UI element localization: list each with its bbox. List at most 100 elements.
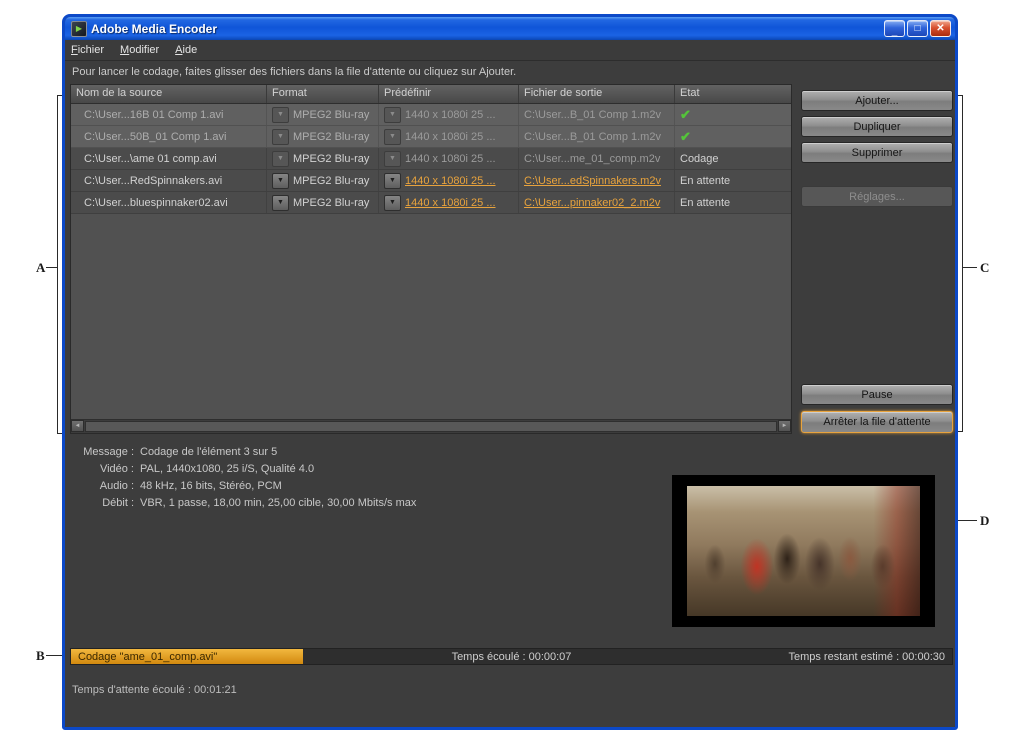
chevron-down-icon: ▼ [277, 133, 284, 140]
message-value: Codage de l'élément 3 sur 5 [140, 446, 277, 458]
output-cell: C:\User...me_01_comp.m2v [519, 148, 675, 169]
preset-dropdown[interactable]: ▼ [384, 107, 401, 123]
menu-fichier[interactable]: Fichier [71, 44, 104, 56]
check-icon: ✔ [680, 107, 691, 123]
format-dropdown[interactable]: ▼ [272, 151, 289, 167]
queue-row[interactable]: C:\User...\ame 01 comp.avi ▼ MPEG2 Blu-r… [71, 148, 791, 170]
queue-row[interactable]: C:\User...RedSpinnakers.avi ▼ MPEG2 Blu-… [71, 170, 791, 192]
preset-dropdown[interactable]: ▼ [384, 151, 401, 167]
annotation-label-d: D [980, 513, 989, 529]
annotation-label-b: B [36, 648, 45, 664]
bitrate-label: Débit : [72, 497, 134, 509]
scroll-right-button[interactable]: ► [778, 420, 791, 432]
chevron-down-icon: ▼ [389, 177, 396, 184]
audio-label: Audio : [72, 480, 134, 492]
title-bar[interactable]: ▶ Adobe Media Encoder _ □ ✕ [65, 17, 955, 40]
menu-modifier[interactable]: Modifier [120, 44, 159, 56]
chevron-down-icon: ▼ [277, 111, 284, 118]
preset-dropdown[interactable]: ▼ [384, 173, 401, 189]
queue-row[interactable]: C:\User...16B 01 Comp 1.avi ▼ MPEG2 Blu-… [71, 104, 791, 126]
column-header-status[interactable]: Etat [675, 85, 791, 103]
maximize-button[interactable]: □ [907, 20, 928, 37]
output-cell: C:\User...B_01 Comp 1.m2v [519, 126, 675, 147]
figure-canvas: A B C D ▶ Adobe Media Encoder _ □ ✕ Fich… [0, 0, 1020, 753]
annotation-label-a: A [36, 260, 45, 276]
bitrate-value: VBR, 1 passe, 18,00 min, 25,00 cible, 30… [140, 497, 416, 509]
format-dropdown[interactable]: ▼ [272, 107, 289, 123]
output-label: C:\User...me_01_comp.m2v [524, 153, 660, 165]
menu-aide[interactable]: Aide [175, 44, 197, 56]
column-header-format[interactable]: Format [267, 85, 379, 103]
output-link[interactable]: C:\User...pinnaker02_2.m2v [524, 197, 660, 209]
column-header-output[interactable]: Fichier de sortie [519, 85, 675, 103]
status-cell: Codage [675, 148, 791, 169]
scroll-left-button[interactable]: ◄ [71, 420, 84, 432]
audio-value: 48 kHz, 16 bits, Stéréo, PCM [140, 480, 282, 492]
preset-link[interactable]: 1440 x 1080i 25 ... [405, 197, 496, 209]
video-preview-image [687, 486, 920, 616]
status-cell: ✔ [675, 104, 791, 125]
status-cell: ✔ [675, 126, 791, 147]
add-button[interactable]: Ajouter... [801, 90, 953, 111]
horizontal-scrollbar[interactable]: ◄ ► [71, 419, 791, 433]
annotation-line [46, 655, 62, 656]
window-content: Fichier Modifier Aide Pour lancer le cod… [65, 40, 955, 727]
queue-row[interactable]: C:\User...bluespinnaker02.avi ▼ MPEG2 Bl… [71, 192, 791, 214]
format-cell: ▼ MPEG2 Blu-ray [267, 148, 379, 169]
encoding-info-panel: Message :Codage de l'élément 3 sur 5 Vid… [72, 446, 416, 514]
table-header: Nom de la source Format Prédéfinir Fichi… [71, 85, 791, 104]
preset-label: 1440 x 1080i 25 ... [405, 109, 496, 121]
duplicate-button[interactable]: Dupliquer [801, 116, 953, 137]
encoding-queue-table: Nom de la source Format Prédéfinir Fichi… [70, 84, 792, 434]
format-dropdown[interactable]: ▼ [272, 173, 289, 189]
preset-cell: ▼ 1440 x 1080i 25 ... [379, 148, 519, 169]
queue-row[interactable]: C:\User...50B_01 Comp 1.avi ▼ MPEG2 Blu-… [71, 126, 791, 148]
output-label: C:\User...B_01 Comp 1.m2v [524, 109, 661, 121]
stop-queue-button[interactable]: Arrêter la file d'attente [801, 411, 953, 433]
queue-elapsed-text: Temps d'attente écoulé : 00:01:21 [72, 684, 237, 696]
preset-link[interactable]: 1440 x 1080i 25 ... [405, 175, 496, 187]
source-cell: C:\User...\ame 01 comp.avi [71, 148, 267, 169]
scrollbar-thumb[interactable] [85, 421, 777, 432]
window-title: Adobe Media Encoder [91, 22, 884, 36]
preset-dropdown[interactable]: ▼ [384, 129, 401, 145]
minimize-icon: _ [892, 26, 898, 37]
settings-button: Réglages... [801, 186, 953, 207]
source-cell: C:\User...bluespinnaker02.avi [71, 192, 267, 213]
close-button[interactable]: ✕ [930, 20, 951, 37]
scroll-right-icon: ► [782, 423, 788, 429]
progress-bar: Codage "ame_01_comp.avi" Temps écoulé : … [70, 648, 953, 665]
menu-bar: Fichier Modifier Aide [65, 40, 955, 61]
preset-cell: ▼ 1440 x 1080i 25 ... [379, 104, 519, 125]
source-cell: C:\User...RedSpinnakers.avi [71, 170, 267, 191]
video-value: PAL, 1440x1080, 25 i/S, Qualité 4.0 [140, 463, 314, 475]
preset-label: 1440 x 1080i 25 ... [405, 131, 496, 143]
remaining-time-text: Temps restant estimé : 00:00:30 [788, 649, 945, 664]
annotation-label-c: C [980, 260, 989, 276]
output-link[interactable]: C:\User...edSpinnakers.m2v [524, 175, 661, 187]
chevron-down-icon: ▼ [277, 155, 284, 162]
format-dropdown[interactable]: ▼ [272, 195, 289, 211]
status-text: Codage [680, 153, 719, 165]
chevron-down-icon: ▼ [389, 199, 396, 206]
format-dropdown[interactable]: ▼ [272, 129, 289, 145]
remove-button[interactable]: Supprimer [801, 142, 953, 163]
status-text: En attente [680, 175, 730, 187]
app-icon: ▶ [71, 21, 87, 37]
preset-dropdown[interactable]: ▼ [384, 195, 401, 211]
pause-button[interactable]: Pause [801, 384, 953, 405]
preset-cell: ▼ 1440 x 1080i 25 ... [379, 170, 519, 191]
chevron-down-icon: ▼ [389, 111, 396, 118]
format-label: MPEG2 Blu-ray [293, 131, 369, 143]
check-icon: ✔ [680, 129, 691, 145]
column-header-preset[interactable]: Prédéfinir [379, 85, 519, 103]
annotation-line [962, 95, 963, 432]
column-header-source[interactable]: Nom de la source [71, 85, 267, 103]
minimize-button[interactable]: _ [884, 20, 905, 37]
format-cell: ▼ MPEG2 Blu-ray [267, 170, 379, 191]
video-label: Vidéo : [72, 463, 134, 475]
format-label: MPEG2 Blu-ray [293, 197, 369, 209]
preset-cell: ▼ 1440 x 1080i 25 ... [379, 192, 519, 213]
format-cell: ▼ MPEG2 Blu-ray [267, 104, 379, 125]
annotation-line [958, 520, 977, 521]
